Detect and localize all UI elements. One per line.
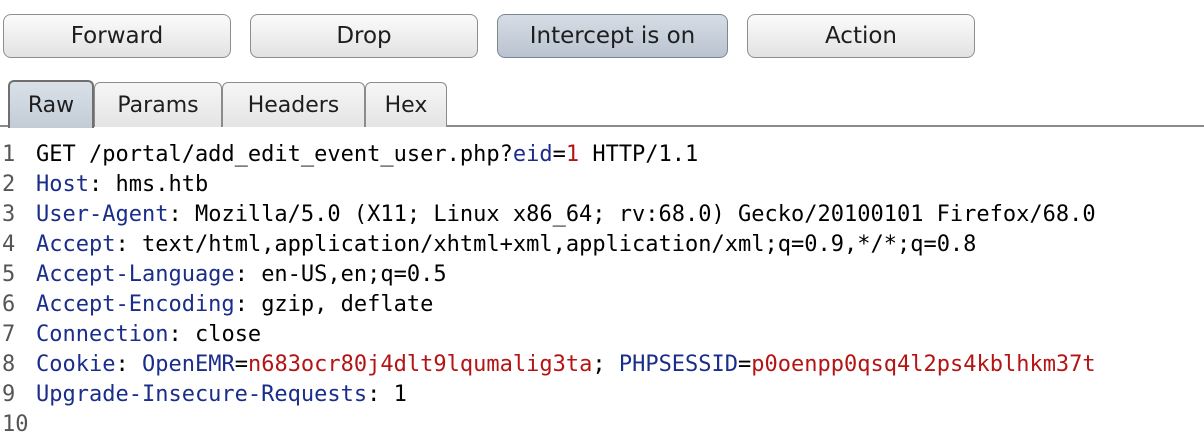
cookie-eq: = <box>234 352 248 377</box>
request-method-path: GET /portal/add_edit_event_user.php? <box>36 142 513 167</box>
header-separator: : <box>88 172 116 197</box>
header-name: Cookie <box>36 352 116 377</box>
line-number: 3 <box>2 202 16 227</box>
line-number: 1 <box>2 142 16 167</box>
header-name: Connection <box>36 322 169 347</box>
query-param-value: 1 <box>565 142 580 167</box>
editor-line: 5 Accept-Language: en-US,en;q=0.5 <box>0 260 447 290</box>
header-value: close <box>194 322 262 347</box>
editor-line: 10 <box>0 410 36 440</box>
request-protocol: HTTP/1.1 <box>579 142 699 167</box>
header-value: hms.htb <box>115 172 209 197</box>
tab-headers[interactable]: Headers <box>222 82 365 127</box>
cookie-name: PHPSESSID <box>618 352 739 377</box>
cookie-eq: = <box>738 352 752 377</box>
line-number: 2 <box>2 172 16 197</box>
header-separator: : <box>168 202 195 227</box>
header-name: User-Agent <box>36 202 169 227</box>
line-number: 6 <box>2 292 16 317</box>
editor-line: 6 Accept-Encoding: gzip, deflate <box>0 290 433 320</box>
header-separator: : <box>234 292 262 317</box>
editor-line: 9 Upgrade-Insecure-Requests: 1 <box>0 380 407 410</box>
editor-line: 3 User-Agent: Mozilla/5.0 (X11; Linux x86… <box>0 200 1096 230</box>
query-param-name: eid <box>512 142 553 167</box>
tab-raw[interactable]: Raw <box>8 80 94 128</box>
action-button[interactable]: Action <box>747 14 975 58</box>
header-value: en-US,en;q=0.5 <box>261 262 447 287</box>
header-value: 1 <box>393 382 407 407</box>
header-name: Host <box>36 172 89 197</box>
editor-line: 4 Accept: text/html,application/xhtml+xml… <box>0 230 976 260</box>
line-number: 9 <box>2 382 16 407</box>
header-name: Accept-Encoding <box>36 292 235 317</box>
intercept-toggle-button[interactable]: Intercept is on <box>497 14 728 58</box>
header-separator: : <box>115 352 142 377</box>
forward-button[interactable]: Forward <box>3 14 231 58</box>
tab-params[interactable]: Params <box>94 82 222 127</box>
query-param-eq: = <box>552 142 566 167</box>
header-value: gzip, deflate <box>261 292 434 317</box>
request-editor[interactable]: 1 GET /portal/add_edit_event_user.php?eid… <box>0 140 1204 437</box>
line-number: 8 <box>2 352 16 377</box>
header-name: Upgrade-Insecure-Requests <box>36 382 368 407</box>
line-number: 10 <box>2 412 29 437</box>
cookie-value: n683ocr80j4dlt9lqumalig3ta <box>247 352 593 377</box>
line-number: 4 <box>2 232 16 257</box>
editor-line: 8 Cookie: OpenEMR=n683ocr80j4dlt9lqumalig… <box>0 350 1096 380</box>
line-number: 5 <box>2 262 16 287</box>
tab-hex[interactable]: Hex <box>365 82 447 127</box>
editor-line: 1 GET /portal/add_edit_event_user.php?eid… <box>0 140 698 170</box>
cookie-name: OpenEMR <box>141 352 235 377</box>
editor-line: 7 Connection: close <box>0 320 261 350</box>
line-number: 7 <box>2 322 16 347</box>
header-value: Mozilla/5.0 (X11; Linux x86_64; rv:68.0)… <box>194 202 1096 227</box>
cookie-separator: ; <box>592 352 619 377</box>
header-separator: : <box>168 322 195 347</box>
header-separator: : <box>115 232 142 257</box>
header-name: Accept-Language <box>36 262 235 287</box>
header-separator: : <box>367 382 394 407</box>
header-value: text/html,application/xhtml+xml,applicat… <box>141 232 977 257</box>
drop-button[interactable]: Drop <box>250 14 478 58</box>
editor-line: 2 Host: hms.htb <box>0 170 208 200</box>
intercept-toolbar: Forward Drop Intercept is on Action <box>0 0 1204 72</box>
header-separator: : <box>234 262 262 287</box>
header-name: Accept <box>36 232 116 257</box>
cookie-value: p0oenpp0qsq4l2ps4kblhkm37t <box>751 352 1096 377</box>
